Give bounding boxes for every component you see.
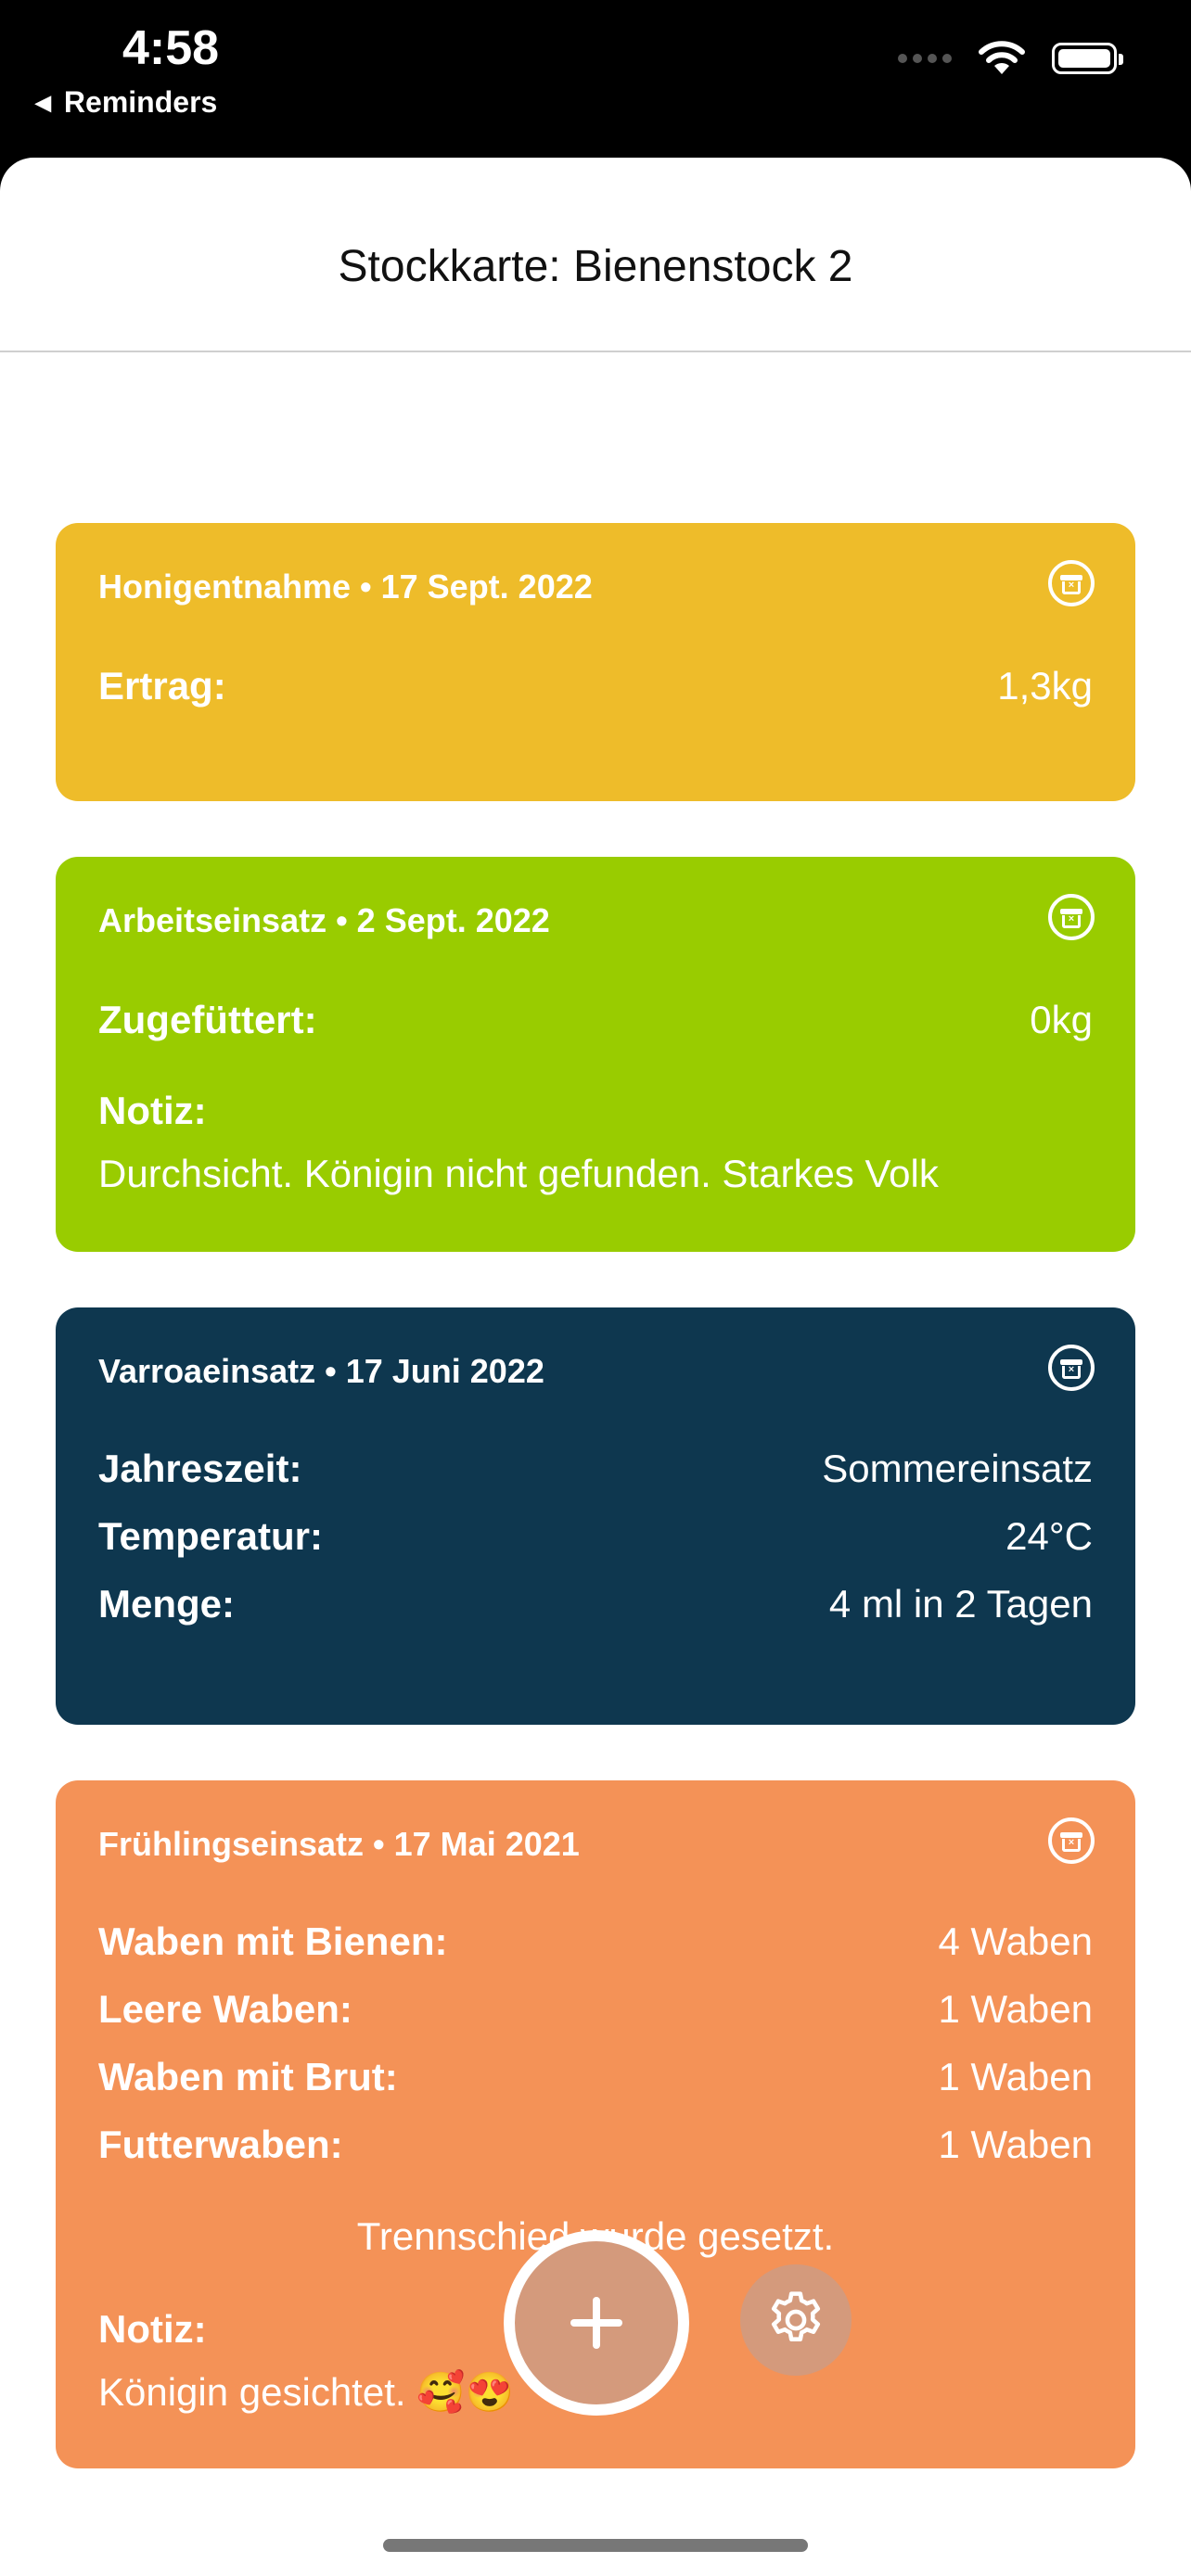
row-label: Waben mit Bienen: — [98, 1919, 448, 1963]
card-row: Leere Waben: 1 Waben — [98, 1987, 1093, 2032]
card-header: Frühlingseinsatz • 17 Mai 2021 — [98, 1825, 580, 1863]
archive-icon[interactable]: × — [1048, 1817, 1095, 1864]
archive-icon[interactable]: × — [1048, 560, 1095, 606]
note-text: Königin gesichtet. 🥰😍 — [98, 2370, 514, 2414]
row-value: 0kg — [1030, 998, 1093, 1041]
note-label: Notiz: — [98, 1089, 207, 1132]
battery-icon — [1052, 43, 1123, 74]
archive-icon[interactable]: × — [1048, 894, 1095, 940]
note-label: Notiz: — [98, 2307, 207, 2351]
card-row: Waben mit Bienen: 4 Waben — [98, 1919, 1093, 1964]
row-value: 4 ml in 2 Tagen — [828, 1582, 1093, 1626]
add-entry-button[interactable] — [504, 2230, 689, 2416]
cellular-signal-icon — [898, 54, 952, 63]
status-bar: 4:58 ◀ Reminders — [0, 0, 1191, 167]
row-label: Futterwaben: — [98, 2123, 343, 2166]
entry-card-arbeitseinsatz[interactable]: Arbeitseinsatz • 2 Sept. 2022 × Zugefütt… — [56, 857, 1135, 1252]
row-value: 4 Waben — [938, 1919, 1093, 1963]
row-value: 1 Waben — [938, 1987, 1093, 2031]
card-row: Futterwaben: 1 Waben — [98, 2123, 1093, 2167]
settings-button[interactable] — [740, 2264, 852, 2376]
row-value: 1 Waben — [938, 2123, 1093, 2166]
card-row: Menge: 4 ml in 2 Tagen — [98, 1582, 1093, 1626]
card-row: Ertrag: 1,3kg — [98, 664, 1093, 708]
page-title: Stockkarte: Bienenstock 2 — [338, 242, 853, 291]
row-label: Leere Waben: — [98, 1987, 352, 2031]
row-label: Jahreszeit: — [98, 1447, 302, 1490]
card-header: Honigentnahme • 17 Sept. 2022 — [98, 567, 593, 606]
card-header: Arbeitseinsatz • 2 Sept. 2022 — [98, 901, 550, 939]
row-value: Sommereinsatz — [822, 1447, 1093, 1490]
status-time: 4:58 — [122, 21, 220, 75]
home-indicator[interactable] — [383, 2539, 808, 2552]
card-row: Zugefüttert: 0kg — [98, 998, 1093, 1042]
sheet: Stockkarte: Bienenstock 2 Honigentnahme … — [0, 158, 1191, 2576]
archive-icon[interactable]: × — [1048, 1345, 1095, 1391]
card-row: Waben mit Brut: 1 Waben — [98, 2055, 1093, 2099]
entry-card-honigentnahme[interactable]: Honigentnahme • 17 Sept. 2022 × Ertrag: … — [56, 523, 1135, 801]
row-value: 1 Waben — [938, 2055, 1093, 2098]
row-label: Ertrag: — [98, 664, 226, 708]
card-row: Jahreszeit: Sommereinsatz — [98, 1447, 1093, 1491]
back-app-label: Reminders — [63, 85, 218, 119]
status-indicators — [898, 41, 1123, 76]
row-label: Zugefüttert: — [98, 998, 317, 1041]
back-to-app-button[interactable]: ◀ Reminders — [35, 85, 217, 120]
row-value: 1,3kg — [997, 664, 1093, 708]
note-text: Durchsicht. Königin nicht gefunden. Star… — [98, 1152, 939, 1195]
row-value: 24°C — [1005, 1514, 1093, 1558]
row-label: Menge: — [98, 1582, 235, 1626]
back-triangle-icon: ◀ — [35, 90, 51, 114]
card-header: Varroaeinsatz • 17 Juni 2022 — [98, 1352, 544, 1390]
wifi-icon — [979, 41, 1025, 74]
entry-card-varroaeinsatz[interactable]: Varroaeinsatz • 17 Juni 2022 × Jahreszei… — [56, 1307, 1135, 1725]
nav-divider — [0, 351, 1191, 352]
card-row: Temperatur: 24°C — [98, 1514, 1093, 1559]
row-label: Waben mit Brut: — [98, 2055, 398, 2098]
row-label: Temperatur: — [98, 1514, 323, 1558]
gear-icon — [771, 2291, 821, 2341]
